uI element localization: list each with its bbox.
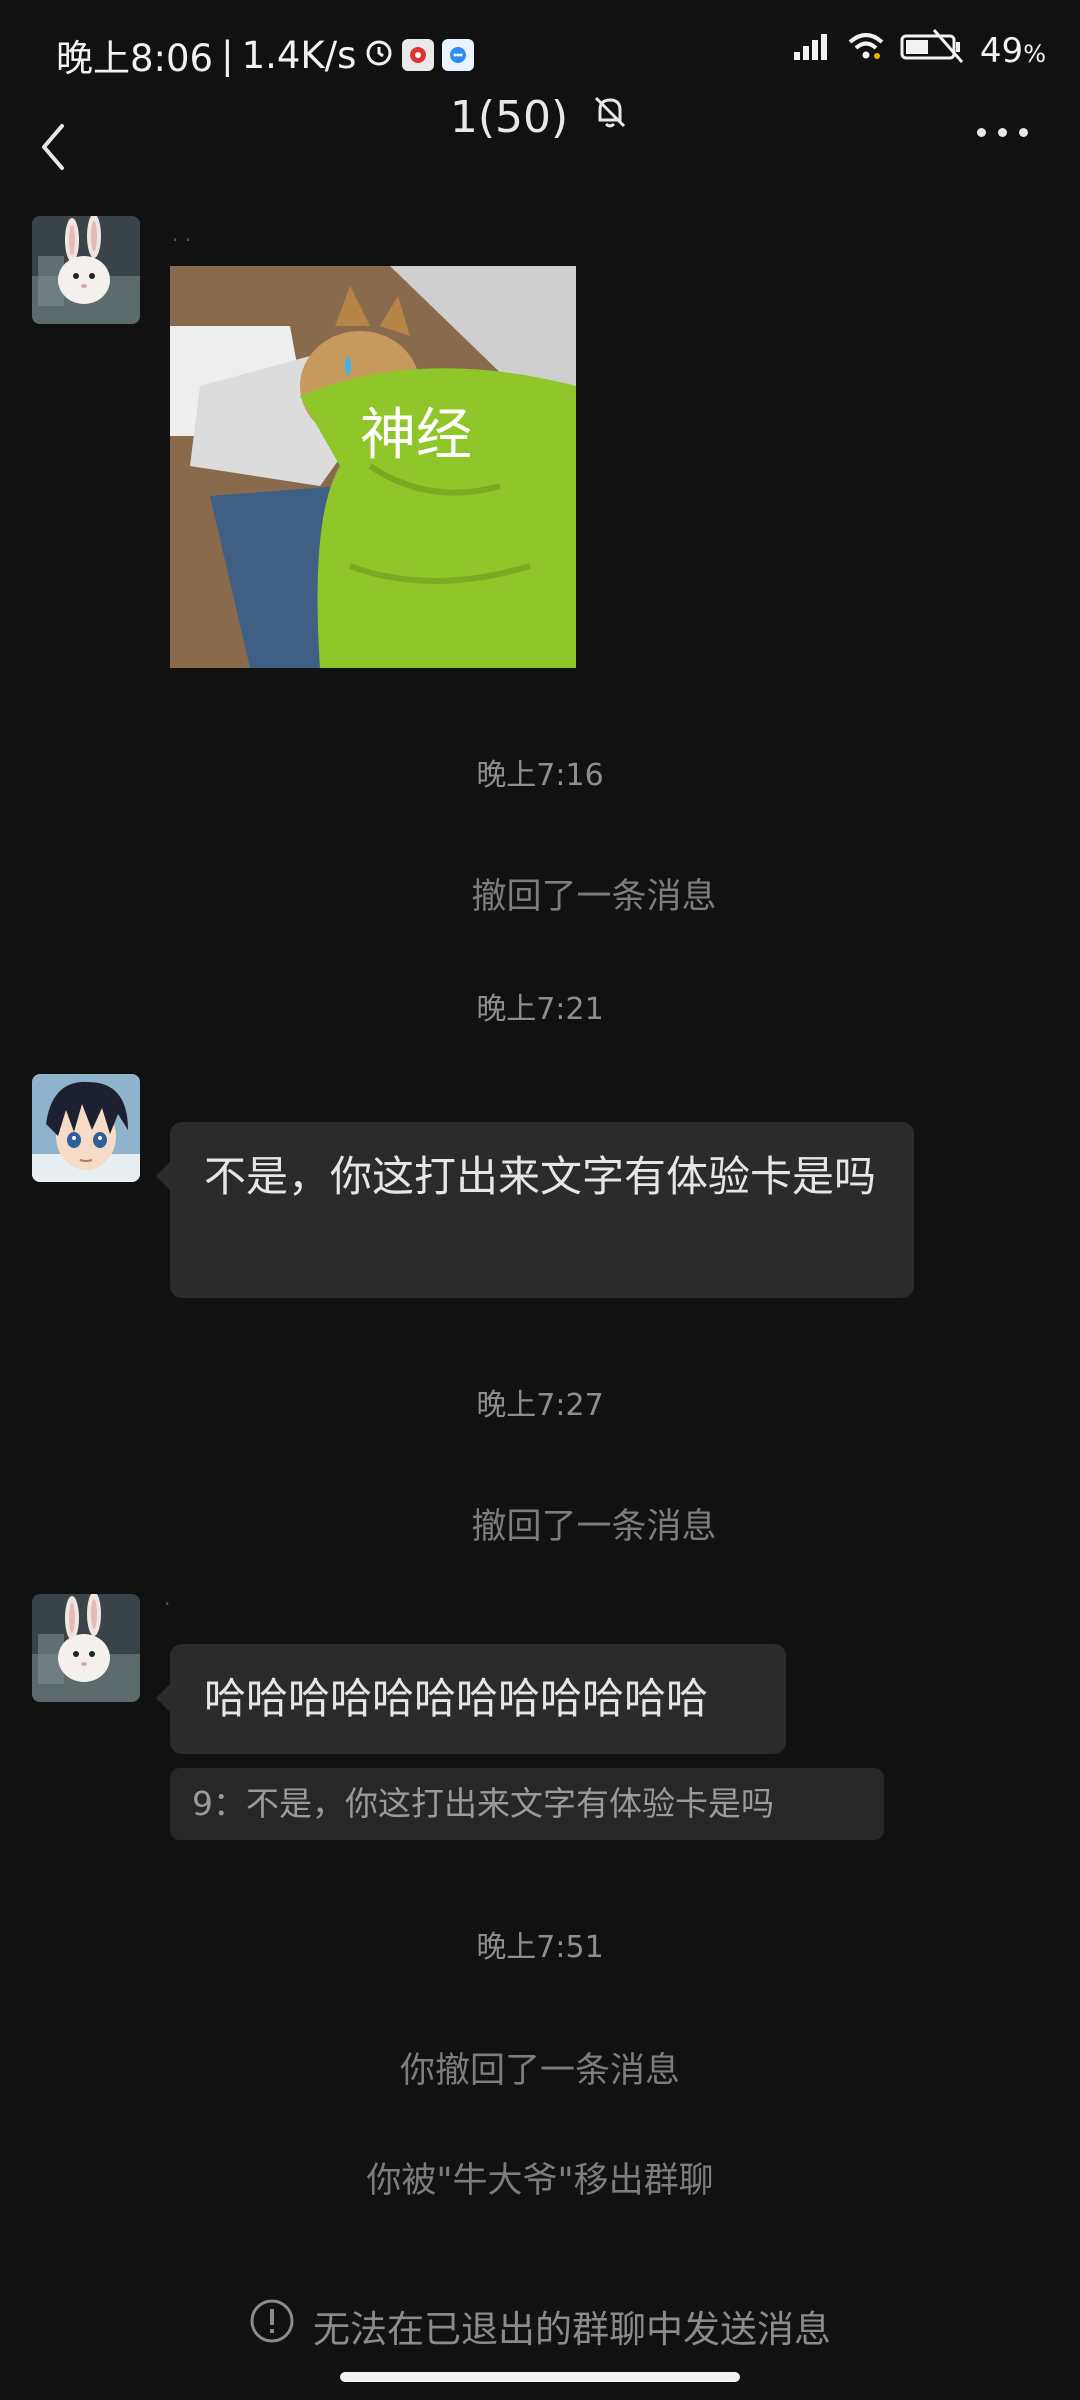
battery-level: 49% — [979, 30, 1046, 71]
sender-name-hidden: · — [164, 1592, 171, 1616]
status-separator: | — [221, 33, 234, 77]
app-notification-icon — [402, 39, 435, 71]
avatar-rabbit[interactable] — [32, 1594, 140, 1702]
chat-title-bar: 1(50) — [0, 92, 1080, 143]
message-bubble[interactable]: 哈哈哈哈哈哈哈哈哈哈哈哈 — [156, 1644, 786, 1754]
recall-notice-text: 撤回了一条消息 — [471, 877, 717, 917]
message-text: 哈哈哈哈哈哈哈哈哈哈哈哈 — [204, 1674, 709, 1723]
battery-icon — [900, 28, 966, 73]
more-dots-icon — [977, 128, 986, 137]
home-indicator[interactable] — [340, 2372, 740, 2382]
info-icon — [249, 2298, 295, 2353]
more-options-button[interactable] — [977, 128, 1028, 137]
chat-app-notification-icon — [442, 39, 475, 71]
exited-group-notice: 无法在已退出的群聊中发送消息 — [0, 2298, 1080, 2353]
more-dot — [998, 128, 1007, 137]
self-recall-notice: 你撤回了一条消息 — [399, 2051, 680, 2091]
removed-from-group-notice: 你被"牛大爷"移出群聊 — [366, 2161, 714, 2201]
recall-notice: 撤回了一条消息 — [0, 1498, 1080, 1549]
quoted-text: 9：不是，你这打出来文字有体验卡是吗 — [192, 1784, 774, 1823]
timestamp: 晚上7:16 — [476, 758, 604, 793]
sticker-image[interactable]: 神经 — [170, 266, 576, 668]
quoted-reply[interactable]: 9：不是，你这打出来文字有体验卡是吗 — [170, 1768, 884, 1840]
message-bubble[interactable]: 不是，你这打出来文字有体验卡是吗 — [156, 1122, 914, 1298]
network-speed: 1.4K/s — [241, 33, 357, 77]
recall-notice: 撤回了一条消息 — [0, 868, 1080, 919]
mute-bell-icon — [590, 92, 630, 143]
avatar-rabbit[interactable] — [32, 216, 140, 324]
avatar-anime-boy[interactable] — [32, 1074, 140, 1182]
alarm-icon — [364, 34, 394, 77]
message-text: 不是，你这打出来文字有体验卡是吗 — [204, 1152, 877, 1201]
cellular-signal-icon — [792, 30, 832, 71]
sticker-caption: 神经 — [360, 403, 472, 468]
notice-text: 无法在已退出的群聊中发送消息 — [313, 2307, 831, 2351]
status-bar-left: 晚上8:06 | 1.4K/s — [56, 28, 475, 82]
timestamp: 晚上7:21 — [476, 992, 604, 1027]
status-time: 晚上8:06 — [56, 37, 214, 80]
chat-title: 1(50) — [449, 92, 569, 143]
timestamp: 晚上7:27 — [476, 1388, 604, 1423]
timestamp: 晚上7:51 — [476, 1930, 604, 1965]
status-bar-right: 49% — [792, 28, 1046, 73]
more-dot — [1019, 128, 1028, 137]
wifi-icon — [846, 30, 886, 71]
sender-name-hidden: · · — [172, 228, 192, 252]
recall-notice-text: 撤回了一条消息 — [471, 1507, 717, 1547]
